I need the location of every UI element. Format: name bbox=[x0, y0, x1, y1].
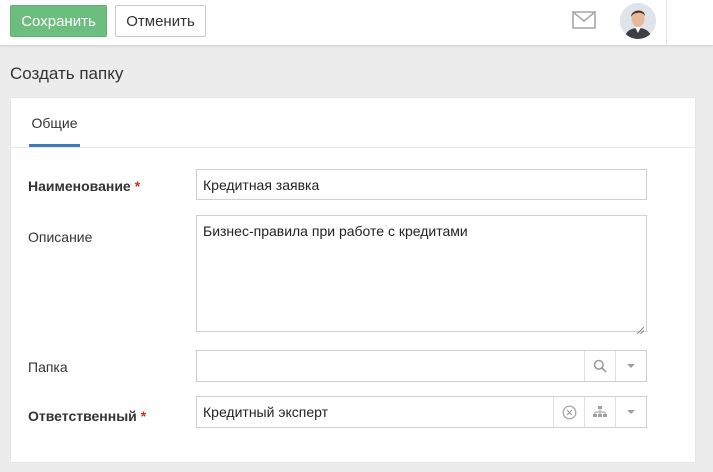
page-title: Создать папку bbox=[10, 64, 124, 83]
name-label: Наименование * bbox=[28, 178, 140, 194]
folder-lookup[interactable] bbox=[196, 350, 647, 382]
resize-grip-icon[interactable] bbox=[636, 321, 645, 335]
mail-icon[interactable] bbox=[572, 11, 596, 29]
description-textarea[interactable]: Бизнес-правила при работе с кредитами bbox=[196, 215, 647, 335]
clear-icon[interactable] bbox=[553, 397, 584, 427]
required-mark: * bbox=[140, 408, 147, 424]
top-toolbar: Сохранить Отменить bbox=[0, 0, 713, 46]
responsible-label: Ответственный * bbox=[28, 408, 146, 424]
responsible-value: Кредитный эксперт bbox=[203, 404, 329, 420]
user-avatar[interactable] bbox=[620, 3, 656, 39]
name-field[interactable]: Кредитная заявка bbox=[196, 169, 647, 200]
description-label: Описание bbox=[28, 229, 93, 245]
hierarchy-icon[interactable] bbox=[584, 397, 615, 427]
cancel-button[interactable]: Отменить bbox=[115, 5, 206, 37]
required-mark: * bbox=[134, 178, 141, 194]
chevron-down-icon[interactable] bbox=[615, 397, 646, 427]
folder-label: Папка bbox=[28, 359, 68, 375]
chevron-down-icon[interactable] bbox=[615, 351, 646, 381]
save-button[interactable]: Сохранить bbox=[10, 5, 107, 37]
tab-bar: Общие bbox=[11, 98, 695, 148]
responsible-lookup[interactable]: Кредитный эксперт bbox=[196, 396, 647, 428]
active-tab-indicator bbox=[29, 144, 80, 147]
toolbar-divider bbox=[666, 0, 667, 46]
name-field-value: Кредитная заявка bbox=[203, 176, 320, 193]
description-value: Бизнес-правила при работе с кредитами bbox=[203, 223, 468, 239]
name-label-text: Наименование bbox=[28, 178, 131, 194]
search-icon[interactable] bbox=[584, 351, 615, 381]
responsible-label-text: Ответственный bbox=[28, 408, 137, 424]
form-card: Общие Наименование * Кредитная заявка Опи… bbox=[10, 97, 696, 463]
tab-general[interactable]: Общие bbox=[29, 98, 80, 148]
